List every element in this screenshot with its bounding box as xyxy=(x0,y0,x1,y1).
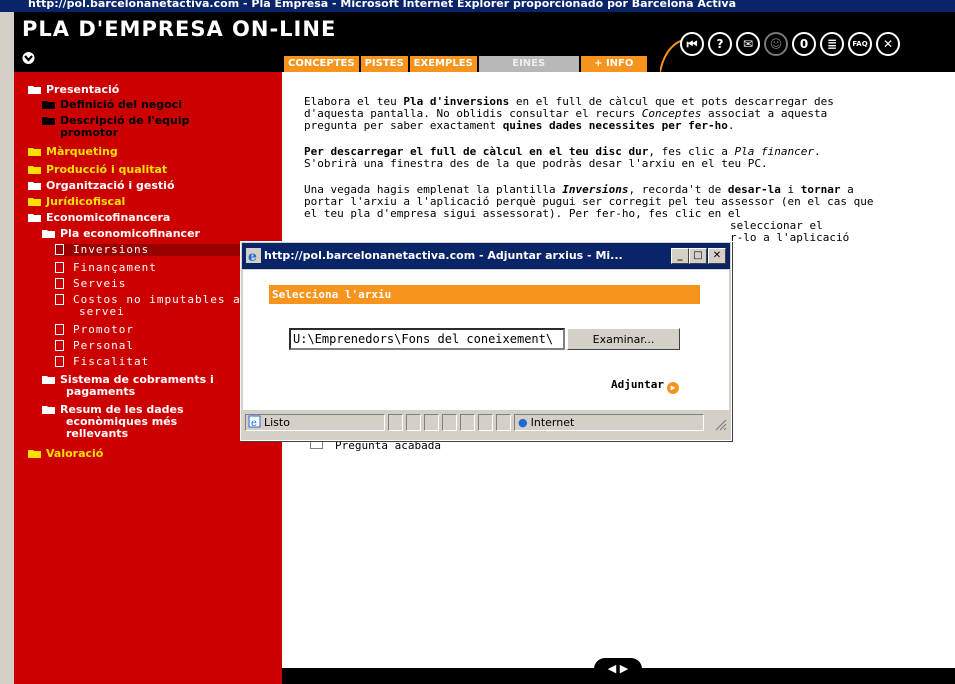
arrow-right-icon: ▶ xyxy=(666,382,679,394)
status-cell xyxy=(460,414,475,431)
back-icon[interactable]: ⏮ xyxy=(680,32,704,56)
minimize-icon[interactable]: _ xyxy=(671,248,689,264)
globe-icon: ● xyxy=(518,416,528,429)
sidebar-item-fiscalitat[interactable]: Fiscalitat xyxy=(55,356,149,368)
sidebar-item-financament[interactable]: Finançament xyxy=(55,262,157,274)
folder-icon xyxy=(28,148,41,156)
document-icon xyxy=(55,356,64,367)
sidebar-item-resum[interactable]: Resum de les dades econòmiques més relleva… xyxy=(42,404,184,440)
pregunta-acabada-row[interactable]: Pregunta acabada xyxy=(310,440,441,452)
close-icon[interactable]: ✕ xyxy=(876,32,900,56)
zone-cell: ● Internet xyxy=(514,414,704,431)
sidebar-item-organitzacio[interactable]: Organització i gestió xyxy=(28,180,175,192)
footer-bar: ◀ ▶ xyxy=(282,658,955,684)
help-icon[interactable]: ? xyxy=(708,32,732,56)
attach-button[interactable]: Adjuntar ▶ xyxy=(611,378,679,394)
page-nav[interactable]: ◀ ▶ xyxy=(594,658,642,680)
status-cell xyxy=(478,414,493,431)
resize-grip-icon[interactable] xyxy=(713,417,727,431)
paragraph-download: Per descarregar el full de càlcul en el … xyxy=(304,145,821,170)
prev-arrow-icon[interactable]: ◀ xyxy=(608,662,616,675)
browse-button[interactable]: Examinar... xyxy=(567,328,680,350)
maximize-icon[interactable]: □ xyxy=(689,248,707,264)
tab-info[interactable]: + INFO xyxy=(580,56,647,72)
folder-icon xyxy=(42,101,55,109)
document-icon xyxy=(55,262,64,273)
paragraph-intro: Elabora el teu Pla d'inversions en el fu… xyxy=(304,95,834,132)
open-folder-icon xyxy=(42,230,55,238)
folder-icon xyxy=(42,376,55,384)
open-folder-icon xyxy=(28,86,41,94)
main-tabs: CONCEPTES PISTES EXEMPLES EINES + INFO xyxy=(284,56,647,72)
file-path-input[interactable] xyxy=(289,328,565,350)
dialog-body: Selecciona l'arxiu Examinar... Adjuntar▶ xyxy=(243,270,729,410)
tab-exemples[interactable]: EXEMPLES xyxy=(409,56,477,72)
document-icon xyxy=(55,294,64,305)
browser-left-edge xyxy=(0,12,15,684)
sidebar-item-valoracio[interactable]: Valoració xyxy=(28,448,103,460)
attach-files-dialog: e http://pol.barcelonanetactiva.com - Ad… xyxy=(240,241,732,441)
dialog-status-bar: e Listo ● Internet xyxy=(243,413,729,433)
paragraph-instructions: Una vegada hagis emplenat la plantilla I… xyxy=(304,183,874,244)
pregunta-acabada-checkbox[interactable] xyxy=(310,441,323,449)
sidebar-item-serveis[interactable]: Serveis xyxy=(55,278,126,290)
page-icon: e xyxy=(248,415,261,429)
toolbar-icons: ⏮ ? ✉ ☺ 0 ≣ FAQ ✕ xyxy=(680,32,900,56)
ie-logo-icon: e xyxy=(246,248,261,263)
status-cell xyxy=(496,414,511,431)
user-icon[interactable]: ☺ xyxy=(764,32,788,56)
sidebar-item-produccio[interactable]: Producció i qualitat xyxy=(28,164,167,176)
clip-icon[interactable]: 0 xyxy=(792,32,816,56)
mail-icon[interactable]: ✉ xyxy=(736,32,760,56)
notes-icon[interactable]: ≣ xyxy=(820,32,844,56)
window-close-icon[interactable]: ✕ xyxy=(708,248,726,264)
document-icon xyxy=(55,340,64,351)
folder-icon xyxy=(28,182,41,190)
sidebar-item-descripcio[interactable]: Descripció de l'equip promotor xyxy=(42,115,190,139)
folder-icon xyxy=(28,450,41,458)
folder-icon xyxy=(42,117,55,125)
browser-title-text: http://pol.barcelonanetactiva.com - Pla … xyxy=(28,0,737,10)
document-icon xyxy=(55,324,64,335)
document-icon xyxy=(55,278,64,289)
tab-pistes[interactable]: PISTES xyxy=(360,56,408,72)
svg-text:e: e xyxy=(248,249,257,263)
sidebar-item-marqueting[interactable]: Màrqueting xyxy=(28,146,118,158)
faq-icon[interactable]: FAQ xyxy=(848,32,872,56)
sidebar-item-cobraments[interactable]: Sistema de cobraments i pagaments xyxy=(42,374,214,398)
document-icon xyxy=(55,244,64,255)
dialog-title: http://pol.barcelonanetactiva.com - Adju… xyxy=(264,249,623,262)
tab-eines[interactable]: EINES xyxy=(478,56,579,72)
next-arrow-icon[interactable]: ▶ xyxy=(620,662,628,675)
sidebar-item-personal[interactable]: Personal xyxy=(55,340,134,352)
svg-text:e: e xyxy=(251,418,257,428)
sidebar-item-costos[interactable]: Costos no imputables al servei xyxy=(55,294,248,318)
folder-icon xyxy=(28,166,41,174)
tab-conceptes[interactable]: CONCEPTES xyxy=(284,56,359,72)
status-text-cell: e Listo xyxy=(245,414,385,431)
status-cell xyxy=(424,414,439,431)
select-file-header: Selecciona l'arxiu xyxy=(269,285,700,304)
sidebar-item-definicio[interactable]: Definició del negoci xyxy=(42,99,182,111)
browser-title-bar: http://pol.barcelonanetactiva.com - Pla … xyxy=(0,0,955,12)
status-cell xyxy=(388,414,403,431)
status-cell xyxy=(442,414,457,431)
status-cell xyxy=(406,414,421,431)
sidebar-item-economicofinancera[interactable]: Economicofinancera xyxy=(28,212,170,224)
sidebar-item-promotor[interactable]: Promotor xyxy=(55,324,134,336)
folder-icon xyxy=(42,406,55,414)
sidebar-item-presentacio[interactable]: Presentació xyxy=(28,84,119,96)
collapse-chevron-icon[interactable] xyxy=(22,52,35,64)
dialog-title-bar: e http://pol.barcelonanetactiva.com - Ad… xyxy=(242,243,730,269)
open-folder-icon xyxy=(28,214,41,222)
main-content: Elabora el teu Pla d'inversions en el fu… xyxy=(304,96,874,258)
folder-icon xyxy=(28,198,41,206)
sidebar-item-pla-economicofinancer[interactable]: Pla economicofinancer xyxy=(42,228,200,240)
app-title: PLA D'EMPRESA ON-LINE xyxy=(22,17,337,41)
sidebar-item-juridicofiscal[interactable]: Jurídicofiscal xyxy=(28,196,125,208)
